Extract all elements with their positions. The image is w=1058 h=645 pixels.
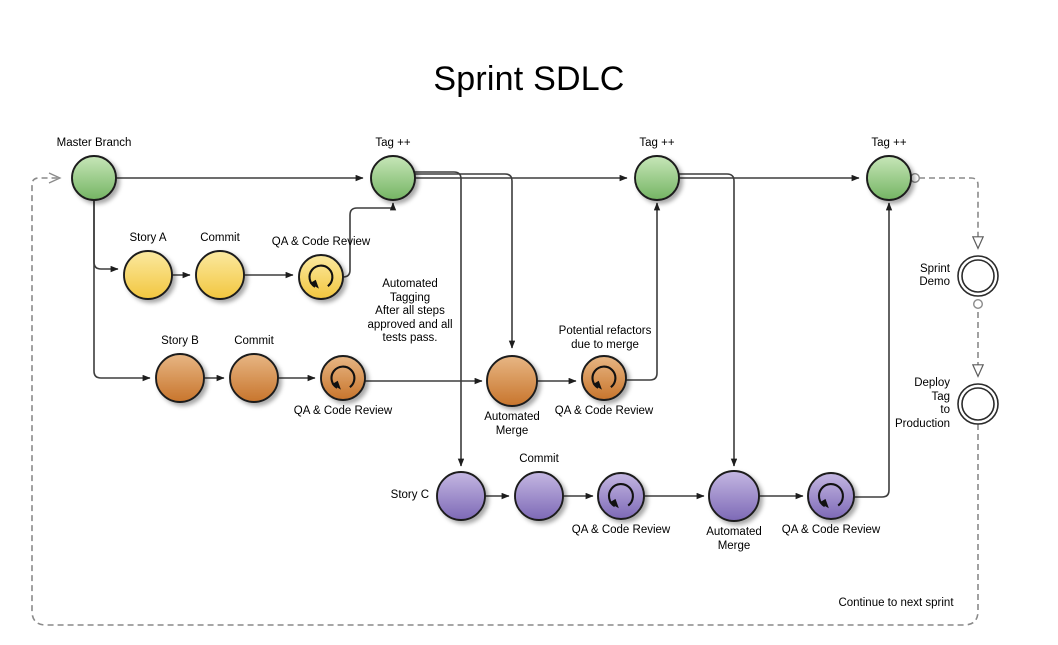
node-commitB[interactable] [229,353,279,403]
node-mergeB[interactable] [486,355,538,407]
edge-qa-c2-to-tag3 [854,202,893,498]
edge-master-to-story-a [93,200,119,273]
edge-qa-a-to-tag1 [342,202,397,278]
node-sprintDemo-inner-ring [961,259,995,293]
node-qaA[interactable] [298,254,344,300]
node-storyB[interactable] [155,353,205,403]
sprint-demo-output-port [973,299,984,310]
node-tag1[interactable] [370,155,416,201]
edge-tag2-to-automated-merge-c [679,173,738,467]
edge-tag3-to-sprint-demo [919,177,978,248]
edge-tag1-to-story-c [415,171,465,467]
node-commitA[interactable] [195,250,245,300]
node-qaC2[interactable] [807,472,855,520]
edge-tag1-to-automated-merge-b [415,173,516,349]
tag3-output-port [910,172,921,183]
node-mergeC[interactable] [708,470,760,522]
node-tag2[interactable] [634,155,680,201]
diagram-canvas: Sprint SDLC Master Branch Tag ++ Tag ++ … [0,0,1058,645]
node-master[interactable] [71,155,117,201]
sprint-sdlc-flow-diagram [31,155,999,626]
node-storyC[interactable] [436,471,486,521]
node-qaB[interactable] [320,355,366,401]
node-deployProd-inner-ring [961,387,995,421]
edge-qa-b2-to-tag2 [626,202,661,381]
node-storyA[interactable] [123,250,173,300]
node-commitC[interactable] [514,471,564,521]
node-qaB2[interactable] [581,355,627,401]
node-qaC[interactable] [597,472,645,520]
node-tag3[interactable] [866,155,912,201]
